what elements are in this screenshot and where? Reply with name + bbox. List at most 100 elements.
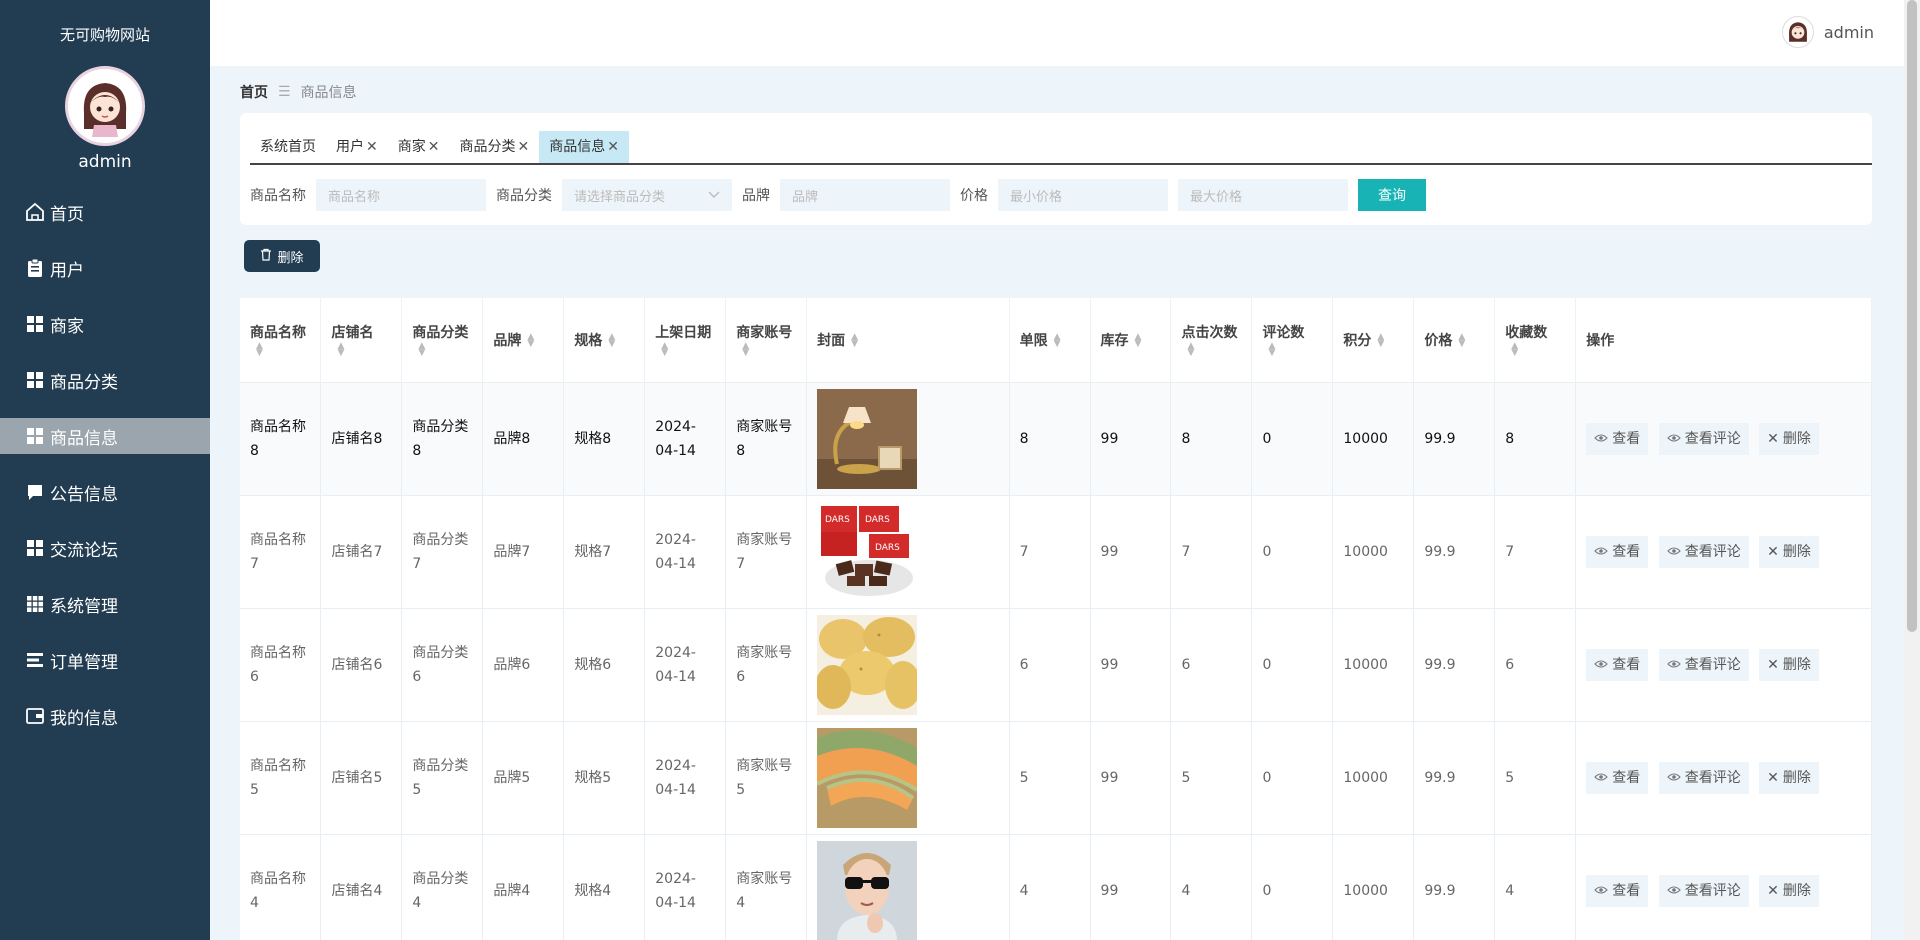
delete-row-button[interactable]: ✕ 删除 [1759, 422, 1819, 455]
tab-system-home[interactable]: 系统首页 [250, 131, 326, 163]
column-header-points[interactable]: 积分 ▲ ▼ [1332, 298, 1415, 382]
sidebar-item-profile[interactable]: 我的信息 [0, 698, 210, 734]
close-icon[interactable]: ✕ [607, 131, 619, 163]
min-price-input[interactable]: 最小价格 [998, 179, 1168, 211]
column-header-merchant[interactable]: 商家账号 ▲ ▼ [725, 298, 808, 382]
cell-limit: 7 [1009, 494, 1091, 608]
sort-icon[interactable]: ▲ ▼ [418, 341, 425, 357]
sidebar-item-forum[interactable]: 交流论坛 [0, 530, 210, 566]
cell-cover[interactable] [806, 720, 1010, 834]
delete-row-button[interactable]: ✕ 删除 [1759, 874, 1819, 907]
column-header-price[interactable]: 价格 ▲ ▼ [1413, 298, 1496, 382]
delete-row-button[interactable]: ✕ 删除 [1759, 648, 1819, 681]
sidebar-item-merchants[interactable]: 商家 [0, 306, 210, 342]
view-comments-button[interactable]: 查看评论 [1658, 648, 1749, 681]
view-comments-button[interactable]: 查看评论 [1658, 422, 1749, 455]
sort-icon[interactable]: ▲ ▼ [1187, 341, 1194, 357]
sidebar-item-home[interactable]: 首页 [0, 194, 210, 230]
column-header-stock[interactable]: 库存 ▲ ▼ [1090, 298, 1172, 382]
close-icon[interactable]: ✕ [517, 131, 529, 163]
sort-icon[interactable]: ▲ ▼ [1135, 332, 1142, 348]
sort-icon[interactable]: ▲ ▼ [337, 341, 344, 357]
brand-input[interactable]: 品牌 [780, 179, 950, 211]
grid-icon [24, 537, 46, 559]
cell-actions: 查看 查看评论 ✕ 删除 [1575, 381, 1872, 495]
cell-merchant: 商家账号6 [725, 607, 808, 721]
view-button[interactable]: 查看 [1586, 648, 1649, 681]
sort-icon[interactable]: ▲ ▼ [1054, 332, 1061, 348]
table-row[interactable]: 商品名称8 店铺名8 商品分类8 品牌8 规格8 2024-04-14 商家账号… [240, 381, 1872, 495]
column-header-label: 上架日期 [655, 324, 712, 341]
table-row[interactable]: 商品名称4 店铺名4 商品分类4 品牌4 规格4 2024-04-14 商家账号… [240, 833, 1872, 940]
view-button[interactable]: 查看 [1586, 422, 1649, 455]
view-comments-button[interactable]: 查看评论 [1658, 874, 1749, 907]
column-header-limit[interactable]: 单限 ▲ ▼ [1009, 298, 1091, 382]
query-button[interactable]: 查询 [1358, 179, 1426, 211]
sidebar-item-system[interactable]: 系统管理 [0, 586, 210, 622]
max-price-input[interactable]: 最大价格 [1178, 179, 1348, 211]
sort-icon[interactable]: ▲ ▼ [608, 332, 615, 348]
cell-clicks: 6 [1170, 607, 1253, 721]
view-button[interactable]: 查看 [1586, 761, 1649, 794]
category-select[interactable]: 请选择商品分类 [562, 179, 732, 211]
table-row[interactable]: 商品名称5 店铺名5 商品分类5 品牌5 规格5 2024-04-14 商家账号… [240, 720, 1872, 834]
sidebar-item-orders[interactable]: 订单管理 [0, 642, 210, 678]
close-icon[interactable]: ✕ [366, 131, 378, 163]
column-header-favorites[interactable]: 收藏数 ▲ ▼ [1494, 298, 1577, 382]
tab-users[interactable]: 用户 ✕ [326, 131, 388, 163]
column-header-brand[interactable]: 品牌 ▲ ▼ [482, 298, 565, 382]
cell-cover[interactable] [806, 381, 1010, 495]
sort-icon[interactable]: ▲ ▼ [851, 332, 858, 348]
column-header-category[interactable]: 商品分类 ▲ ▼ [401, 298, 484, 382]
column-header-shop[interactable]: 店铺名 ▲ ▼ [320, 298, 403, 382]
sidebar-item-label: 首页 [50, 204, 84, 225]
sort-icon[interactable]: ▲ ▼ [1377, 332, 1384, 348]
delete-row-button[interactable]: ✕ 删除 [1759, 761, 1819, 794]
column-header-label: 店铺名 [331, 324, 374, 341]
product-name-input[interactable]: 商品名称 [316, 179, 486, 211]
breadcrumb-home[interactable]: 首页 [240, 82, 268, 102]
delete-row-button[interactable]: ✕ 删除 [1759, 535, 1819, 568]
view-comments-button[interactable]: 查看评论 [1658, 761, 1749, 794]
cell-cover[interactable] [806, 833, 1010, 940]
sort-icon[interactable]: ▲ ▼ [256, 341, 263, 357]
cell-spec: 规格5 [563, 720, 646, 834]
cell-limit: 6 [1009, 607, 1091, 721]
tab-label: 商品信息 [549, 139, 606, 155]
eye-icon [1666, 427, 1681, 451]
column-header-name[interactable]: 商品名称 ▲ ▼ [240, 298, 322, 382]
sidebar-item-label: 商家 [50, 316, 84, 337]
column-header-spec[interactable]: 规格 ▲ ▼ [563, 298, 646, 382]
header-user-menu[interactable]: admin [1781, 16, 1874, 48]
scrollbar-thumb[interactable] [1907, 0, 1917, 632]
sidebar-item-categories[interactable]: 商品分类 [0, 362, 210, 398]
page-scrollbar[interactable] [1904, 0, 1920, 940]
sidebar-item-announcements[interactable]: 公告信息 [0, 474, 210, 510]
column-header-date[interactable]: 上架日期 ▲ ▼ [644, 298, 727, 382]
sort-icon[interactable]: ▲ ▼ [1268, 341, 1275, 357]
sort-icon[interactable]: ▲ ▼ [1458, 332, 1465, 348]
sort-icon[interactable]: ▲ ▼ [661, 341, 668, 357]
sort-icon[interactable]: ▲ ▼ [527, 332, 534, 348]
tab-products[interactable]: 商品信息 ✕ [539, 131, 629, 163]
view-comments-button[interactable]: 查看评论 [1658, 535, 1749, 568]
sidebar-item-users[interactable]: 用户 [0, 250, 210, 286]
column-header-actions: 操作 [1575, 298, 1872, 382]
column-header-cover[interactable]: 封面 ▲ ▼ [806, 298, 1010, 382]
column-header-comments[interactable]: 评论数 ▲ ▼ [1251, 298, 1334, 382]
cell-cover[interactable]: DARS DARS DARS [806, 494, 1010, 608]
close-icon[interactable]: ✕ [428, 131, 440, 163]
sort-icon[interactable]: ▲ ▼ [1511, 341, 1518, 357]
view-button[interactable]: 查看 [1586, 535, 1649, 568]
batch-delete-button[interactable]: 删除 [244, 240, 320, 272]
tab-categories[interactable]: 商品分类 ✕ [449, 131, 539, 163]
view-button[interactable]: 查看 [1586, 874, 1649, 907]
sidebar-item-products[interactable]: 商品信息 [0, 418, 210, 454]
tab-merchants[interactable]: 商家 ✕ [388, 131, 450, 163]
view-comments-button-label: 查看评论 [1684, 656, 1741, 673]
table-row[interactable]: 商品名称7 店铺名7 商品分类7 品牌7 规格7 2024-04-14 商家账号… [240, 494, 1872, 608]
column-header-clicks[interactable]: 点击次数 ▲ ▼ [1170, 298, 1253, 382]
cell-cover[interactable] [806, 607, 1010, 721]
sort-icon[interactable]: ▲ ▼ [742, 341, 749, 357]
table-row[interactable]: 商品名称6 店铺名6 商品分类6 品牌6 规格6 2024-04-14 商家账号… [240, 607, 1872, 721]
